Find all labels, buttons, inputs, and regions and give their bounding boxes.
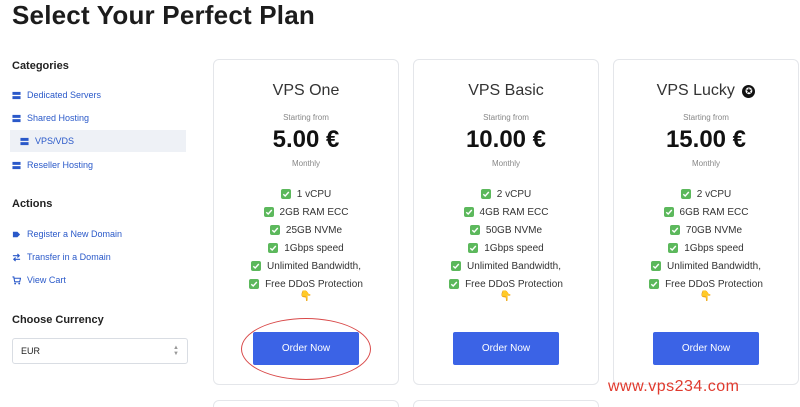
feature-item: Unlimited Bandwidth,: [614, 257, 798, 275]
feature-item: 4GB RAM ECC: [414, 203, 598, 221]
sidebar-item-label: Shared Hosting: [27, 113, 90, 123]
page-title: Select Your Perfect Plan: [12, 0, 315, 30]
plan-price: 5.00 €: [272, 126, 340, 153]
pointing-down-icon: 👇: [699, 291, 713, 302]
billing-cycle: Monthly: [291, 159, 320, 168]
plan-price: 10.00 €: [465, 126, 547, 153]
currency-select[interactable]: EUR ▲ ▼: [12, 338, 188, 364]
sidebar-item-reseller-hosting[interactable]: Reseller Hosting: [12, 154, 188, 176]
check-icon: [668, 243, 679, 253]
feature-item: Unlimited Bandwidth,: [414, 257, 598, 275]
star-badge-icon: ✪: [742, 85, 756, 98]
plan-card-vps-basic: VPS Basic Starting from 10.00 € Monthly …: [413, 59, 599, 385]
caret-icon: ▲ ▼: [173, 345, 179, 357]
feature-item: Unlimited Bandwidth,: [214, 257, 398, 275]
feature-item: 2 vCPU: [414, 185, 598, 203]
register-domain-link[interactable]: Register a New Domain: [12, 223, 188, 245]
pointing-down-icon: 👇: [299, 291, 313, 302]
check-icon: [669, 225, 680, 235]
transfer-icon: [12, 252, 21, 262]
check-icon: [680, 189, 691, 199]
plan-price: 15.00 €: [665, 126, 747, 153]
actions-heading: Actions: [12, 198, 53, 210]
currency-value: EUR: [21, 346, 41, 356]
view-cart-link[interactable]: View Cart: [12, 269, 188, 291]
check-icon: [449, 279, 460, 289]
starting-from-label: Starting from: [283, 113, 329, 122]
plan-card-partial: [213, 400, 399, 407]
feature-item: 1 vCPU: [214, 185, 398, 203]
plan-card-vps-lucky: VPS Lucky ✪ Starting from 15.00 € Monthl…: [613, 59, 799, 385]
feature-item: 1Gbps speed: [414, 239, 598, 257]
check-icon: [663, 207, 674, 217]
sidebar-item-shared-hosting[interactable]: Shared Hosting: [12, 107, 188, 129]
plan-name: VPS One: [272, 82, 340, 99]
check-icon: [651, 261, 662, 271]
action-label: Transfer in a Domain: [27, 252, 111, 262]
action-label: Register a New Domain: [27, 229, 123, 239]
categories-heading: Categories: [12, 60, 69, 72]
watermark: www.vps234.com: [608, 378, 740, 395]
starting-from-label: Starting from: [683, 113, 729, 122]
server-icon: [12, 161, 21, 170]
sidebar-item-dedicated-servers[interactable]: Dedicated Servers: [12, 84, 188, 106]
cart-icon: [12, 275, 21, 285]
check-icon: [263, 207, 274, 217]
feature-list: 2 vCPU 4GB RAM ECC 50GB NVMe 1Gbps speed…: [414, 185, 598, 293]
check-icon: [280, 189, 291, 199]
billing-cycle: Monthly: [691, 159, 720, 168]
sidebar-item-label: VPS/VDS: [35, 136, 75, 146]
plan-name: VPS Basic: [468, 82, 544, 99]
order-now-button[interactable]: Order Now: [453, 332, 559, 365]
currency-heading: Choose Currency: [12, 314, 104, 326]
transfer-domain-link[interactable]: Transfer in a Domain: [12, 246, 188, 268]
check-icon: [480, 189, 491, 199]
server-icon: [20, 137, 29, 146]
server-icon: [12, 114, 21, 123]
action-label: View Cart: [27, 275, 66, 285]
order-now-button[interactable]: Order Now: [653, 332, 759, 365]
check-icon: [463, 207, 474, 217]
check-icon: [451, 261, 462, 271]
feature-item: 1Gbps speed: [214, 239, 398, 257]
starting-from-label: Starting from: [483, 113, 529, 122]
feature-item: 1Gbps speed: [614, 239, 798, 257]
check-icon: [249, 279, 260, 289]
plan-card-vps-one: VPS One Starting from 5.00 € Monthly 1 v…: [213, 59, 399, 385]
plan-name: VPS Lucky ✪: [614, 82, 798, 100]
sidebar-item-label: Reseller Hosting: [27, 160, 94, 170]
sidebar-item-vps-vds[interactable]: VPS/VDS: [10, 130, 186, 152]
feature-item: 70GB NVMe: [614, 221, 798, 239]
pointing-down-icon: 👇: [499, 291, 513, 302]
feature-item: 25GB NVMe: [214, 221, 398, 239]
order-now-button[interactable]: Order Now: [253, 332, 359, 365]
check-icon: [251, 261, 262, 271]
feature-list: 1 vCPU 2GB RAM ECC 25GB NVMe 1Gbps speed…: [214, 185, 398, 293]
check-icon: [469, 225, 480, 235]
feature-item: 50GB NVMe: [414, 221, 598, 239]
sidebar-item-label: Dedicated Servers: [27, 90, 102, 100]
check-icon: [268, 243, 279, 253]
server-icon: [12, 91, 21, 100]
check-icon: [649, 279, 660, 289]
tag-icon: [12, 230, 21, 239]
feature-item: 2 vCPU: [614, 185, 798, 203]
billing-cycle: Monthly: [491, 159, 520, 168]
feature-item: 6GB RAM ECC: [614, 203, 798, 221]
check-icon: [269, 225, 280, 235]
plan-card-partial: [413, 400, 599, 407]
check-icon: [468, 243, 479, 253]
feature-list: 2 vCPU 6GB RAM ECC 70GB NVMe 1Gbps speed…: [614, 185, 798, 293]
feature-item: 2GB RAM ECC: [214, 203, 398, 221]
